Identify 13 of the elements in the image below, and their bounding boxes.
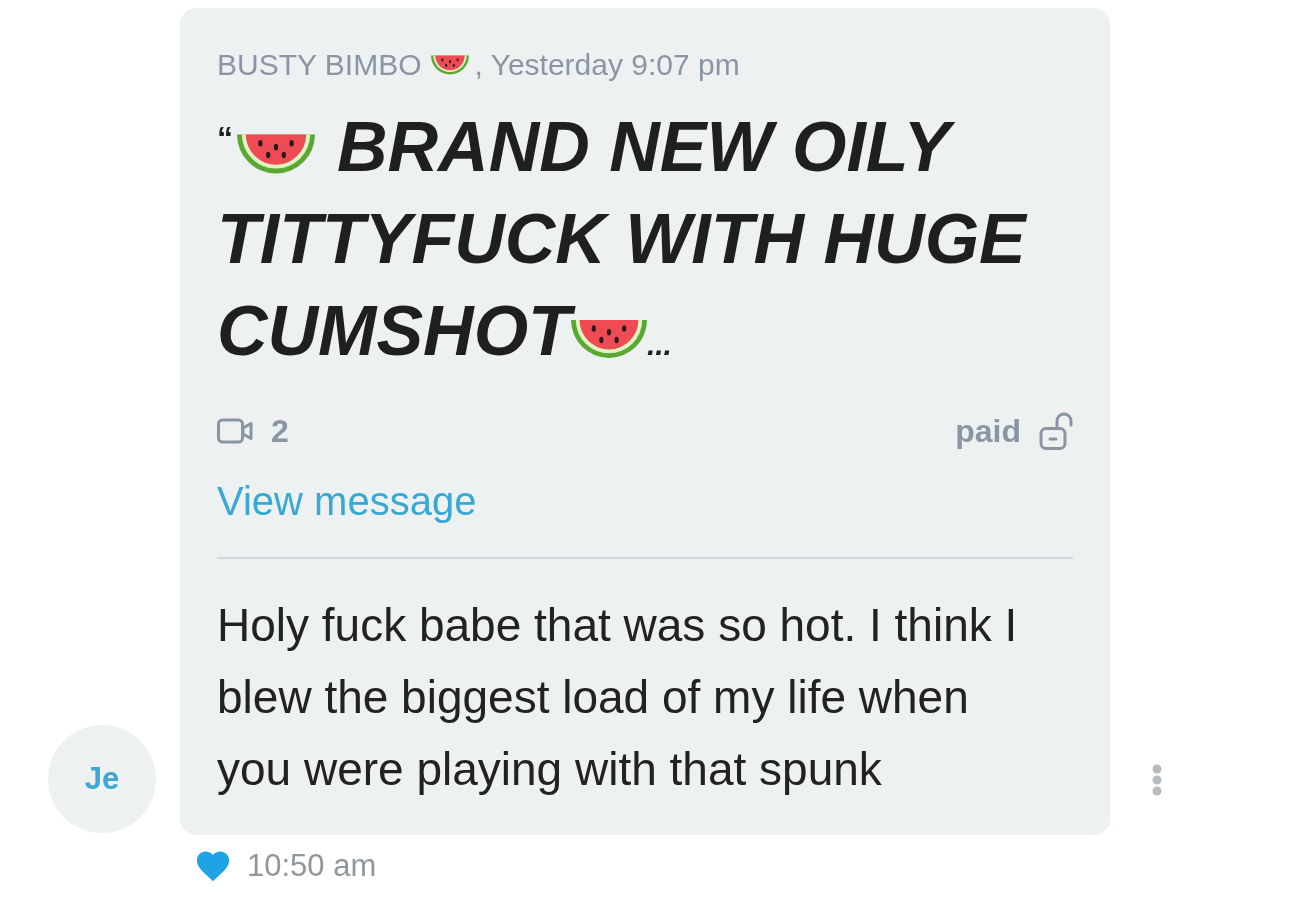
message-time: 10:50 am <box>247 849 377 883</box>
price-status: paid <box>955 412 1021 451</box>
media-count: 2 <box>271 412 289 451</box>
message-text: Holy fuck babe that was so hot. I think I blew the biggest load of my life when you were playing with that spunk <box>217 598 1019 797</box>
view-message-link[interactable]: View message <box>217 478 477 524</box>
sender-name: BUSTY BIMBO <box>217 48 422 82</box>
more-icon[interactable] <box>1152 764 1162 796</box>
watermelon-icon <box>237 132 315 175</box>
sent-time: , Yesterday 9:07 pm <box>474 48 740 82</box>
watermelon-icon <box>430 54 469 76</box>
video-camera-icon <box>217 417 253 445</box>
avatar[interactable]: Je <box>48 725 156 833</box>
heart-icon[interactable] <box>195 849 231 883</box>
